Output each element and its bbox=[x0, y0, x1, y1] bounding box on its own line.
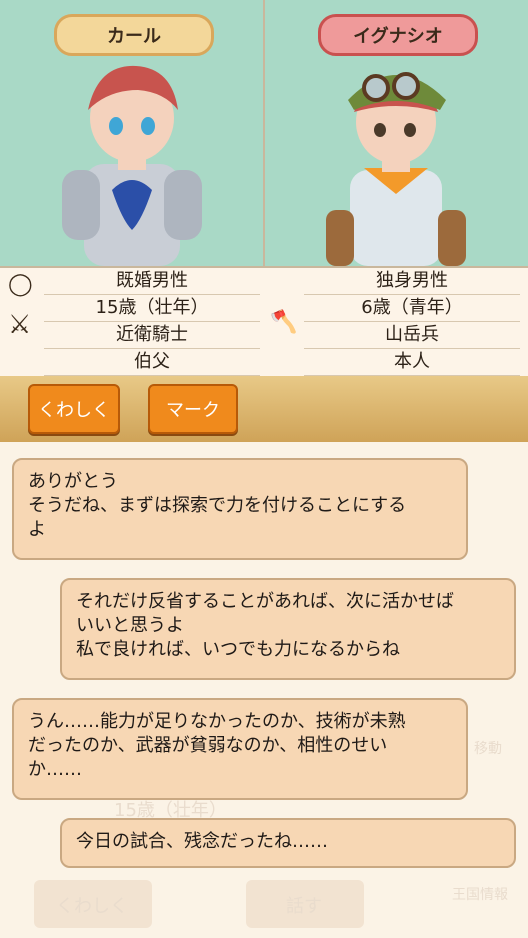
action-panel: くわしく マーク bbox=[0, 376, 528, 442]
ghost-kingdom-label: 王国情報 bbox=[452, 887, 508, 903]
mountain-soldier-portrait bbox=[326, 72, 466, 266]
message-bubble-3: うん……能力が足りなかったのか、技術が未熟 だったのか、武器が貧弱なのか、相性の… bbox=[12, 698, 468, 800]
left-marital-status: 既婚男性 bbox=[44, 268, 260, 295]
message-text: うん……能力が足りなかったのか、技術が未熟 だったのか、武器が貧弱なのか、相性の… bbox=[28, 711, 406, 780]
right-character-name: イグナシオ bbox=[318, 14, 478, 56]
right-marital-status: 独身男性 bbox=[304, 268, 520, 295]
details-button[interactable]: くわしく bbox=[28, 384, 120, 434]
message-text: それだけ反省することがあれば、次に活かせば いいと思うよ 私で良ければ、いつでも… bbox=[76, 591, 454, 660]
left-relation: 伯父 bbox=[44, 349, 260, 376]
ring-icon: ◯ bbox=[8, 272, 33, 297]
left-job: 近衛騎士 bbox=[44, 322, 260, 349]
right-character-info: 独身男性 6歳（青年） 山岳兵 本人 bbox=[304, 268, 520, 376]
character-info-table: ◯ ⚔ 🪓 既婚男性 15歳（壮年） 近衛騎士 伯父 独身男性 6歳（青年） 山… bbox=[0, 266, 528, 378]
message-bubble-4: 今日の試合、残念だったね…… bbox=[60, 818, 516, 868]
ghost-details-button: くわしく bbox=[34, 880, 152, 928]
ghost-move-label: 移動 bbox=[474, 741, 502, 757]
message-text: ありがとう そうだね、まずは探索で力を付けることにする よ bbox=[28, 471, 407, 540]
message-bubble-2: それだけ反省することがあれば、次に活かせば いいと思うよ 私で良ければ、いつでも… bbox=[60, 578, 516, 680]
knight-portrait bbox=[62, 65, 202, 266]
ghost-talk-button: 話す bbox=[246, 880, 364, 928]
right-age: 6歳（青年） bbox=[304, 295, 520, 322]
mark-button[interactable]: マーク bbox=[148, 384, 238, 434]
left-character-info: 既婚男性 15歳（壮年） 近衛騎士 伯父 bbox=[44, 268, 260, 376]
left-character-name: カール bbox=[54, 14, 214, 56]
message-text: 今日の試合、残念だったね…… bbox=[76, 831, 328, 852]
right-relation: 本人 bbox=[304, 349, 520, 376]
message-bubble-1: ありがとう そうだね、まずは探索で力を付けることにする よ bbox=[12, 458, 468, 560]
axe-icon: 🪓 bbox=[270, 310, 298, 335]
crossed-swords-icon: ⚔ bbox=[8, 310, 32, 340]
right-job: 山岳兵 bbox=[304, 322, 520, 349]
left-age: 15歳（壮年） bbox=[44, 295, 260, 322]
